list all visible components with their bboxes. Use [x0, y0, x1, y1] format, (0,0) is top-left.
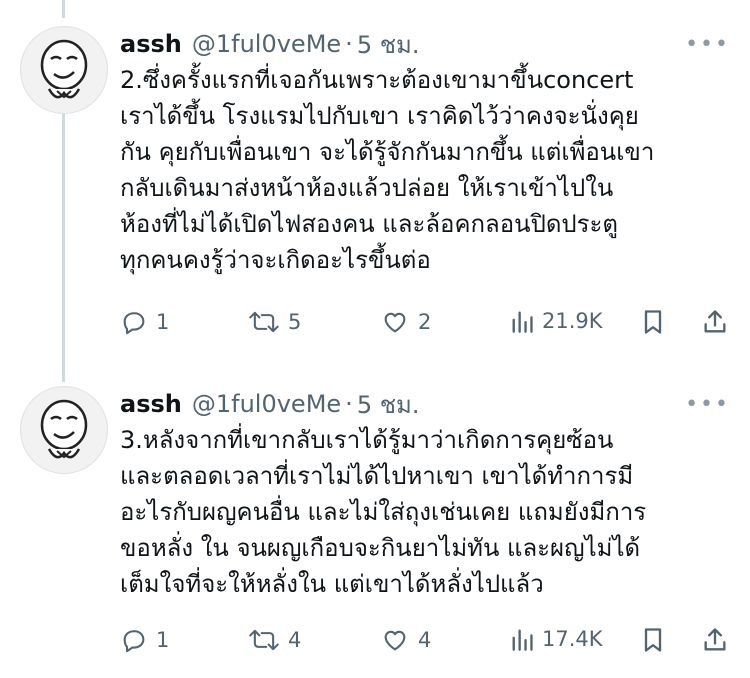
reply-button[interactable]: 1	[120, 308, 169, 336]
retweet-count: 5	[288, 310, 302, 334]
tweet-text-line: กัน คุยกับเพื่อนเขา จะได้รู้จักกันมากขึ้…	[120, 138, 655, 166]
reply-icon	[123, 312, 145, 335]
like-count: 2	[418, 310, 432, 334]
tweet-text-line: เต็มใจที่จะให้หลั่งใน แต่เขาได้หลั่งไปแล…	[120, 570, 544, 598]
retweet-count: 4	[288, 628, 302, 652]
reply-count: 1	[156, 628, 170, 652]
bookmark-button[interactable]	[640, 308, 666, 336]
tweet-actions: 1 4 4 17.4K	[120, 622, 730, 658]
tweet-text-line: อะไรกับผญคนอื่น และไม่ใส่ถุงเช่นเคย แถมย…	[120, 498, 647, 526]
tweet-text-line: ขอหลั่ง ใน จนผญเกือบจะกินยาไม่ทัน และผญไ…	[120, 534, 641, 562]
avatar[interactable]	[20, 26, 108, 114]
avatar[interactable]	[20, 386, 108, 474]
separator-dot: ·	[345, 390, 353, 418]
display-name[interactable]: assh	[120, 30, 182, 58]
tweet-text-line: เราได้ขึ้น โรงแรมไปกับเขา เราคิดไว้ว่าคง…	[120, 102, 639, 130]
thread-line-top	[62, 0, 65, 18]
more-dots-icon[interactable]: •••	[685, 32, 730, 57]
share-button[interactable]	[702, 308, 728, 336]
retweet-button[interactable]: 4	[248, 626, 301, 654]
tweet-header: assh @1ful0veMe · 5 ชม.	[120, 26, 419, 62]
avatar-face-icon	[40, 399, 88, 459]
like-count: 4	[418, 628, 432, 652]
user-handle[interactable]: @1ful0veMe	[192, 390, 341, 418]
more-dots-icon[interactable]: •••	[685, 392, 730, 417]
reply-button[interactable]: 1	[120, 626, 169, 654]
views-button[interactable]: 17.4K	[510, 626, 603, 652]
reply-count: 1	[156, 310, 170, 334]
retweet-button[interactable]: 5	[248, 308, 301, 336]
heart-icon	[384, 630, 406, 651]
views-icon	[512, 311, 533, 333]
bookmark-button[interactable]	[640, 626, 666, 654]
reply-icon	[123, 630, 145, 653]
timestamp[interactable]: 5 ชม.	[357, 385, 420, 424]
bookmark-icon	[644, 310, 662, 334]
share-icon	[704, 628, 726, 651]
views-count: 17.4K	[542, 627, 603, 651]
avatar-face-icon	[40, 39, 88, 99]
tweet[interactable]: assh @1ful0veMe · 5 ชม. ••• 2.ซึ่งครั้งแ…	[0, 26, 750, 356]
tweet-text-line: ห้องที่ไม่ได้เปิดไฟสองคน และล้อคกลอนปิดป…	[120, 210, 618, 238]
tweet-text: 3.หลังจากที่เขากลับเราได้รู้มาว่าเกิดการ…	[120, 422, 730, 602]
separator-dot: ·	[345, 30, 353, 58]
display-name[interactable]: assh	[120, 390, 182, 418]
tweet-text-line: และตลอดเวลาที่เราไม่ได้ไปหาเขา เขาได้ทำก…	[120, 462, 634, 490]
tweet-actions: 1 5 2 21.9K	[120, 304, 730, 340]
like-button[interactable]: 2	[380, 308, 431, 336]
user-handle[interactable]: @1ful0veMe	[192, 30, 341, 58]
share-icon	[704, 310, 726, 333]
tweet-text-line: ทุกคนคงรู้ว่าจะเกิดอะไรขึ้นต่อ	[120, 246, 431, 274]
heart-icon	[384, 312, 406, 333]
bookmark-icon	[644, 628, 662, 652]
retweet-icon	[249, 629, 279, 651]
tweet-text-line: 3.หลังจากที่เขากลับเราได้รู้มาว่าเกิดการ…	[120, 426, 614, 454]
tweet-text: 2.ซึ่งครั้งแรกที่เจอกันเพราะต้องเขามาขึ้…	[120, 62, 730, 278]
retweet-icon	[249, 311, 279, 333]
views-button[interactable]: 21.9K	[510, 308, 603, 334]
views-count: 21.9K	[542, 309, 603, 333]
tweet[interactable]: assh @1ful0veMe · 5 ชม. ••• 3.หลังจากที่…	[0, 386, 750, 676]
tweet-text-line: 2.ซึ่งครั้งแรกที่เจอกันเพราะต้องเขามาขึ้…	[120, 66, 634, 94]
timestamp[interactable]: 5 ชม.	[357, 25, 420, 64]
views-icon	[512, 629, 533, 651]
like-button[interactable]: 4	[380, 626, 431, 654]
share-button[interactable]	[702, 626, 728, 654]
tweet-header: assh @1ful0veMe · 5 ชม.	[120, 386, 419, 422]
tweet-text-line: กลับเดินมาส่งหน้าห้องแล้วปล่อย ให้เราเข้…	[120, 174, 614, 202]
